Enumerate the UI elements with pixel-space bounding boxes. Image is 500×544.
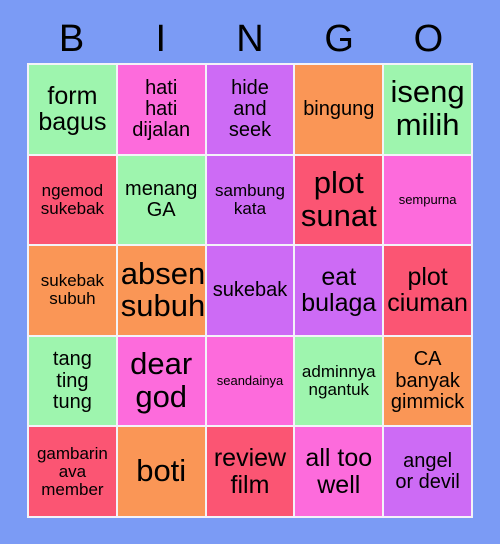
- bingo-cell-r3c5[interactable]: plot ciuman: [384, 246, 471, 335]
- bingo-cell-label: iseng milih: [390, 74, 465, 143]
- bingo-cell-label: review film: [213, 444, 287, 499]
- bingo-cell-r1c4[interactable]: bingung: [295, 65, 383, 154]
- bingo-cell-r2c3[interactable]: sambung kata: [206, 155, 294, 245]
- bingo-cell-label: ngemod sukebak: [40, 180, 105, 218]
- bingo-cell-label: absen subuh: [120, 255, 205, 324]
- bingo-cell-label: sempurna: [398, 192, 457, 207]
- header-letter-o: O: [413, 17, 444, 60]
- bingo-cell-r3c1[interactable]: sukebak subuh: [29, 246, 116, 335]
- bingo-cell-r4c1[interactable]: tang ting tung: [29, 336, 116, 426]
- bingo-cell-label: plot ciuman: [387, 262, 468, 318]
- bingo-cell-r3c3[interactable]: sukebak: [206, 246, 294, 335]
- bingo-cell-r3c4[interactable]: eat bulaga: [295, 246, 383, 335]
- bingo-cell-r4c3[interactable]: seandainya: [206, 336, 294, 426]
- bingo-header: B I N G O: [27, 14, 473, 63]
- bingo-cell-label: dear god: [130, 346, 193, 415]
- bingo-cell-r2c5[interactable]: sempurna: [384, 155, 471, 245]
- bingo-cell-r4c5[interactable]: CA banyak gimmick: [384, 336, 471, 426]
- bingo-cell-label: eat bulaga: [301, 262, 377, 318]
- bingo-cell-label: hati hati dijalan: [132, 76, 191, 141]
- bingo-cell-r5c2[interactable]: boti: [117, 427, 205, 516]
- bingo-cell-label: sambung kata: [215, 180, 285, 218]
- bingo-cell-r5c4[interactable]: all too well: [295, 427, 383, 516]
- bingo-cell-label: tang ting tung: [52, 348, 92, 413]
- bingo-cell-label: gambarin ava member: [36, 443, 108, 499]
- bingo-cell-r3c2[interactable]: absen subuh: [117, 246, 205, 335]
- header-letter-i: I: [155, 17, 167, 60]
- bingo-cell-label: CA banyak gimmick: [390, 348, 465, 413]
- bingo-cell-r1c3[interactable]: hide and seek: [206, 65, 294, 154]
- bingo-cell-r1c2[interactable]: hati hati dijalan: [117, 65, 205, 154]
- bingo-cell-label: sukebak: [212, 278, 288, 301]
- bingo-cell-label: seandainya: [216, 373, 284, 389]
- bingo-cell-r4c2[interactable]: dear god: [117, 336, 205, 426]
- header-letter-g: G: [324, 17, 354, 60]
- bingo-cell-label: plot sunat: [300, 165, 377, 233]
- bingo-cell-r4c4[interactable]: adminnya ngantuk: [295, 336, 383, 426]
- bingo-cell-label: menang GA: [125, 177, 198, 221]
- bingo-cell-label: form bagus: [38, 81, 107, 137]
- bingo-cell-label: adminnya ngantuk: [301, 362, 376, 400]
- bingo-cell-r2c2[interactable]: menang GA: [117, 155, 205, 245]
- header-letter-n: N: [236, 17, 264, 60]
- bingo-cell-r2c1[interactable]: ngemod sukebak: [29, 155, 116, 245]
- bingo-cell-r1c1[interactable]: form bagus: [29, 65, 116, 154]
- bingo-cell-r5c5[interactable]: angel or devil: [384, 427, 471, 516]
- bingo-cell-label: sukebak subuh: [40, 271, 105, 309]
- bingo-cell-r5c3[interactable]: review film: [206, 427, 294, 516]
- bingo-grid: form bagus hati hati dijalan hide and seek…: [27, 63, 473, 518]
- bingo-cell-r1c5[interactable]: iseng milih: [384, 65, 471, 154]
- bingo-cell-label: all too well: [305, 444, 373, 499]
- bingo-card: B I N G O form bagus hati hati dijalan hid…: [0, 0, 500, 544]
- bingo-cell-label: angel or devil: [395, 449, 460, 493]
- bingo-cell-r2c4[interactable]: plot sunat: [295, 155, 383, 245]
- bingo-cell-label: hide and seek: [228, 76, 272, 141]
- header-letter-b: B: [58, 17, 85, 60]
- bingo-cell-r5c1[interactable]: gambarin ava member: [29, 427, 116, 516]
- bingo-cell-label: bingung: [303, 97, 375, 120]
- bingo-cell-label: boti: [136, 453, 187, 489]
